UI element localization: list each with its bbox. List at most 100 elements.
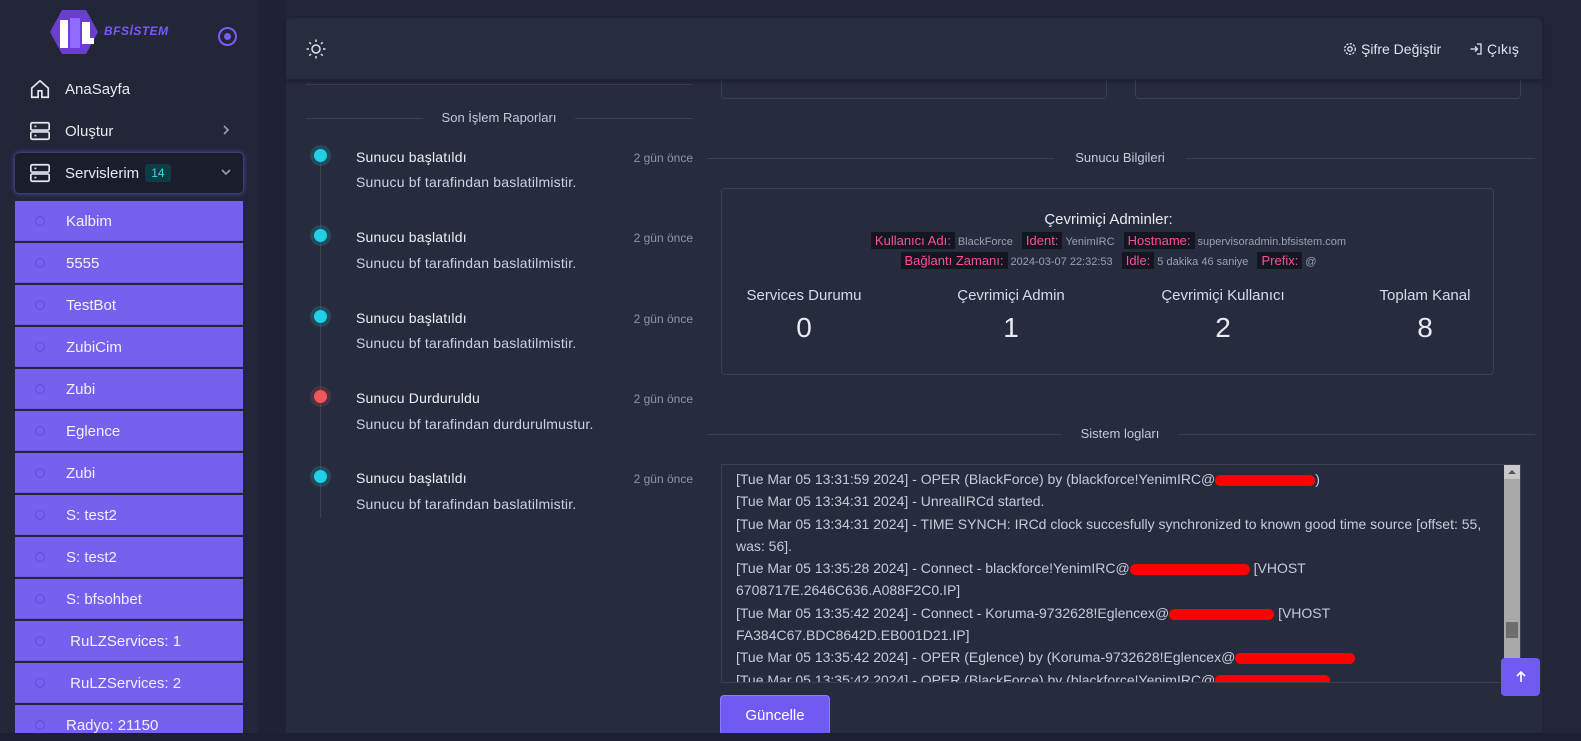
log-line: [Tue Mar 05 13:34:31 2024] - UnrealIRCd … xyxy=(736,493,1045,510)
status-dot xyxy=(314,149,327,162)
hostname-key: Hostname: xyxy=(1123,232,1195,249)
divider xyxy=(306,84,693,85)
scroll-up-arrow[interactable] xyxy=(1504,465,1520,479)
logout-label: Çıkış xyxy=(1487,41,1519,57)
service-label: S: test2 xyxy=(66,506,117,524)
circle-icon xyxy=(35,426,45,436)
server-icon xyxy=(30,121,50,141)
admin-row-2: Bağlantı Zamanı: 2024-03-07 22:32:53 Idle… xyxy=(722,252,1495,269)
admin-row-1: Kullanıcı Adı: BlackForce Ident: YenimIRC … xyxy=(722,232,1495,249)
service-label: Kalbim xyxy=(66,212,112,230)
service-item[interactable]: Kalbim xyxy=(15,201,243,241)
status-dot xyxy=(314,229,327,242)
top-header: Şifre Değiştir Çıkış xyxy=(286,18,1542,80)
server-info-card: Çevrimiçi Adminler: Kullanıcı Adı: BlackF… xyxy=(721,188,1494,375)
connection-time-key: Bağlantı Zamanı: xyxy=(900,252,1008,269)
service-item[interactable]: 5555 xyxy=(15,243,243,283)
timeline-item-time: 2 gün önce xyxy=(633,392,693,406)
service-label: TestBot xyxy=(66,296,117,314)
redaction xyxy=(1215,675,1331,682)
redaction xyxy=(1169,608,1275,620)
server-icon xyxy=(30,163,50,183)
chevron-down-icon xyxy=(221,169,231,176)
timeline-item-time: 2 gün önce xyxy=(633,472,693,486)
circle-icon xyxy=(35,216,45,226)
sidebar-item-anasayfa[interactable]: AnaSayfa xyxy=(15,69,243,109)
arrow-up-icon xyxy=(1515,670,1526,682)
service-item[interactable]: Zubi xyxy=(15,369,243,409)
timeline-line xyxy=(320,158,321,518)
username-key: Kullanıcı Adı: xyxy=(870,232,955,249)
logout-link[interactable]: Çıkış xyxy=(1469,41,1519,57)
service-item[interactable]: Eglence xyxy=(15,411,243,451)
idle-value: 5 dakika 46 saniye xyxy=(1157,256,1249,268)
circle-icon xyxy=(35,468,45,478)
timeline-item-time: 2 gün önce xyxy=(633,151,693,165)
service-item[interactable]: S: test2 xyxy=(15,537,243,577)
timeline-item-desc: Sunucu bf tarafindan baslatilmistir. xyxy=(356,335,577,351)
hostname-value: supervisoradmin.bfsistem.com xyxy=(1197,236,1347,248)
circle-icon xyxy=(35,720,45,730)
ident-value: YenimIRC xyxy=(1065,236,1115,248)
service-label: 5555 xyxy=(66,254,100,272)
stat-value: 8 xyxy=(1417,312,1433,343)
update-button[interactable]: Güncelle xyxy=(721,696,829,734)
log-content: [Tue Mar 05 13:31:59 2024] - OPER (Black… xyxy=(736,468,1506,682)
stat-label: Services Durumu xyxy=(746,287,862,304)
circle-icon xyxy=(35,300,45,310)
change-password-link[interactable]: Şifre Değiştir xyxy=(1343,41,1441,57)
stat-online-admin: Çevrimiçi Admin 1 xyxy=(946,287,1076,344)
stat-value: 1 xyxy=(1003,312,1019,343)
scroll-to-top-button[interactable] xyxy=(1501,658,1540,696)
logo[interactable]: BFSİSTEM xyxy=(48,8,168,58)
status-dot xyxy=(314,470,327,483)
sidebar-item-servislerim[interactable]: Servislerim 14 xyxy=(15,153,243,193)
service-item[interactable]: S: bfsohbet xyxy=(15,579,243,619)
count-badge: 14 xyxy=(145,164,171,182)
log-textarea[interactable]: [Tue Mar 05 13:31:59 2024] - OPER (Black… xyxy=(721,464,1521,683)
log-line: [Tue Mar 05 13:35:42 2024] - OPER (Eglen… xyxy=(736,646,1506,668)
circle-icon xyxy=(35,510,45,520)
service-item[interactable]: RuLZServices: 2 xyxy=(15,663,243,703)
service-item[interactable]: ZubiCim xyxy=(15,327,243,367)
service-label: Zubi xyxy=(66,464,96,482)
timeline-item-title: Sunucu Durduruldu xyxy=(356,390,481,406)
service-label: RuLZServices: 2 xyxy=(66,674,182,692)
service-item[interactable]: S: test2 xyxy=(15,495,243,535)
stat-value: 2 xyxy=(1215,312,1231,343)
timeline-item-desc: Sunucu bf tarafindan baslatilmistir. xyxy=(356,255,577,271)
service-item[interactable]: Zubi xyxy=(15,453,243,493)
gear-icon xyxy=(1344,43,1356,55)
log-line: [Tue Mar 05 13:35:28 2024] - Connect - b… xyxy=(736,560,1306,599)
logo-icon xyxy=(50,10,98,54)
idle-key: Idle: xyxy=(1121,252,1155,269)
chevron-right-icon xyxy=(223,125,230,135)
target-icon[interactable] xyxy=(218,27,237,46)
stat-label: Çevrimiçi Admin xyxy=(957,287,1065,304)
stat-value: 0 xyxy=(796,312,812,343)
service-item[interactable]: RuLZServices: 1 xyxy=(15,621,243,661)
card-fragment xyxy=(721,80,1107,99)
sidebar-item-label: Oluştur xyxy=(65,122,114,140)
service-item[interactable]: TestBot xyxy=(15,285,243,325)
circle-icon xyxy=(35,342,45,352)
timeline-item-desc: Sunucu bf tarafindan baslatilmistir. xyxy=(356,174,577,190)
log-scrollbar[interactable] xyxy=(1504,465,1520,682)
stat-label: Çevrimiçi Kullanıcı xyxy=(1161,287,1285,304)
scroll-thumb[interactable] xyxy=(1506,622,1518,638)
ident-key: Ident: xyxy=(1021,232,1063,249)
timeline-item-title: Sunucu başlatıldı xyxy=(356,310,467,326)
sun-icon[interactable] xyxy=(306,39,326,59)
sidebar-item-olustur[interactable]: Oluştur xyxy=(15,111,243,151)
log-line: [Tue Mar 05 13:35:42 2024] - Connect - K… xyxy=(736,604,1330,644)
logo-text: BFSİSTEM xyxy=(104,24,169,38)
section-title-logs: Sistem logları xyxy=(1062,426,1178,441)
timeline-item-title: Sunucu başlatıldı xyxy=(356,470,467,486)
sidebar-item-label: Servislerim xyxy=(65,164,140,182)
timeline-item-time: 2 gün önce xyxy=(633,312,693,326)
circle-icon xyxy=(35,636,45,646)
status-dot xyxy=(314,310,327,323)
prefix-key: Prefix: xyxy=(1257,252,1303,269)
service-label: S: test2 xyxy=(66,548,117,566)
logout-icon xyxy=(1470,43,1482,55)
